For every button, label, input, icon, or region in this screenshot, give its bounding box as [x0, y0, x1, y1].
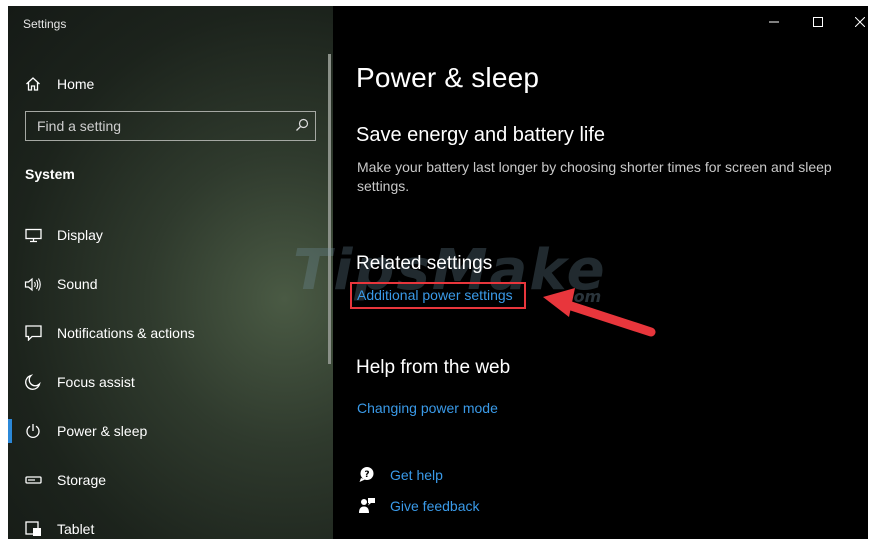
annotation-arrow-icon [543, 288, 656, 337]
group-title-system: System [25, 166, 75, 182]
sidebar-item-display[interactable]: Display [8, 215, 328, 255]
sidebar-item-sound[interactable]: Sound [8, 264, 328, 304]
sidebar-item-tablet[interactable]: Tablet [8, 509, 328, 539]
save-energy-description: Make your battery last longer by choosin… [357, 159, 832, 194]
search-input[interactable]: Find a setting [25, 111, 316, 141]
sidebar-item-label: Focus assist [57, 374, 135, 390]
sidebar-item-label: Notifications & actions [57, 325, 195, 341]
minimize-button[interactable] [758, 10, 790, 34]
main-content: Power & sleep Save energy and battery li… [293, 6, 868, 539]
settings-window: Settings Home Find a setting System Disp… [8, 6, 868, 539]
save-energy-heading: Save energy and battery life [356, 124, 606, 146]
search-placeholder: Find a setting [37, 118, 122, 134]
maximize-button[interactable] [802, 10, 834, 34]
give-feedback-label: Give feedback [390, 497, 480, 514]
sidebar-item-storage[interactable]: Storage [8, 460, 328, 500]
power-icon [22, 423, 44, 439]
sidebar-item-label: Power & sleep [57, 423, 148, 439]
get-help-label: Get help [390, 466, 443, 483]
search-icon[interactable] [295, 118, 309, 135]
sidebar-item-label: Storage [57, 472, 107, 488]
notification-icon [22, 325, 44, 341]
moon-icon [22, 374, 44, 390]
sidebar-item-notifications[interactable]: Notifications & actions [8, 313, 328, 353]
help-chat-icon: ? [356, 466, 378, 483]
feedback-icon [356, 497, 378, 514]
annotation-highlight-box [350, 282, 526, 309]
app-title: Settings [23, 17, 67, 31]
home-nav[interactable]: Home [22, 72, 94, 96]
svg-text:?: ? [364, 470, 369, 480]
related-settings-heading: Related settings [356, 253, 493, 274]
help-from-web-heading: Help from the web [356, 357, 511, 378]
sidebar-scrollbar[interactable] [328, 54, 331, 364]
sidebar-item-label: Tablet [57, 521, 95, 537]
sidebar: Settings Home Find a setting System Disp… [8, 6, 333, 539]
sidebar-item-focus-assist[interactable]: Focus assist [8, 362, 328, 402]
home-label: Home [57, 76, 95, 92]
monitor-icon [22, 228, 44, 243]
tablet-icon [22, 521, 44, 537]
sidebar-item-label: Display [57, 227, 103, 243]
changing-power-mode-link[interactable]: Changing power mode [357, 400, 498, 416]
give-feedback-link[interactable]: Give feedback [356, 497, 480, 514]
sidebar-item-label: Sound [57, 276, 98, 292]
get-help-link[interactable]: ? Get help [356, 466, 443, 483]
storage-icon [22, 475, 44, 485]
close-button[interactable] [844, 10, 868, 34]
page-title: Power & sleep [356, 62, 540, 93]
sidebar-item-power-sleep[interactable]: Power & sleep [8, 411, 328, 451]
speaker-icon [22, 277, 44, 292]
home-icon [22, 76, 44, 92]
